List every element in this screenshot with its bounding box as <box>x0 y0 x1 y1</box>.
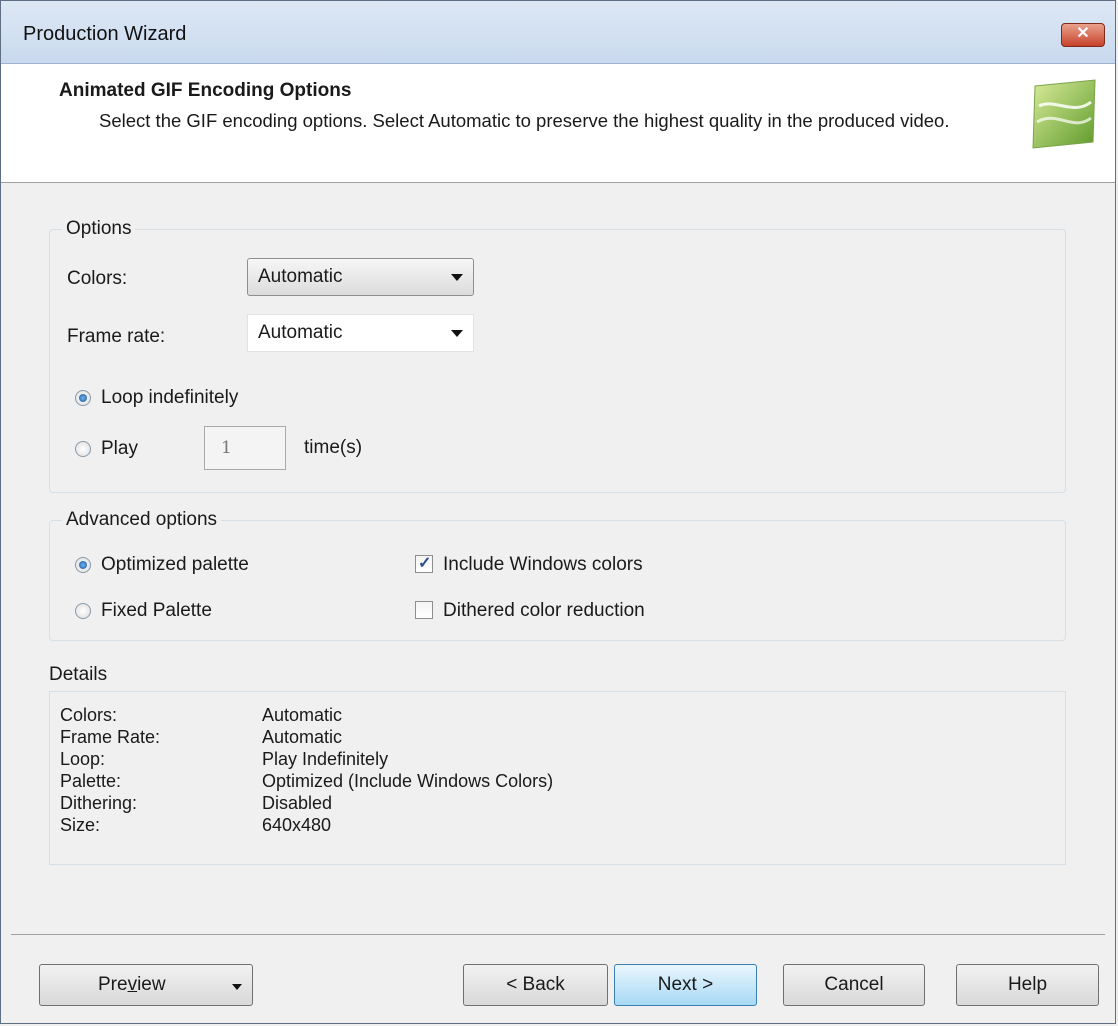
help-button[interactable]: Help <box>956 964 1099 1006</box>
page-title: Animated GIF Encoding Options <box>59 80 352 101</box>
production-wizard-window: Production Wizard ✕ Animated GIF Encodin… <box>0 0 1116 1024</box>
chevron-down-icon <box>451 330 463 337</box>
dithered-color-reduction-label[interactable]: Dithered color reduction <box>443 600 645 622</box>
details-panel: Colors: Automatic Frame Rate: Automatic Lo… <box>49 691 1066 865</box>
window-title: Production Wizard <box>23 23 187 45</box>
frame-rate-dropdown[interactable]: Automatic <box>247 314 474 352</box>
play-count-input[interactable]: 1 <box>204 426 286 470</box>
optimized-palette-radio[interactable] <box>75 557 91 573</box>
options-legend: Options <box>66 218 132 239</box>
chevron-down-icon <box>451 274 463 281</box>
loop-indefinitely-radio[interactable] <box>75 390 91 406</box>
colors-value: Automatic <box>258 266 343 287</box>
details-heading: Details <box>49 664 108 685</box>
cancel-button[interactable]: Cancel <box>783 964 925 1006</box>
advanced-options-legend: Advanced options <box>66 509 218 530</box>
colors-label: Colors: <box>67 268 128 289</box>
include-windows-colors-checkbox[interactable]: ✓ <box>415 555 433 573</box>
checkmark-icon: ✓ <box>418 555 432 572</box>
title-bar[interactable]: Production Wizard ✕ <box>1 1 1115 64</box>
options-group: Options <box>49 218 1066 493</box>
loop-indefinitely-label[interactable]: Loop indefinitely <box>101 387 238 409</box>
camtasia-wizard-logo-icon <box>1032 79 1096 149</box>
back-button[interactable]: < Back <box>463 964 608 1006</box>
page-description: Select the GIF encoding options. Select … <box>99 110 950 131</box>
colors-dropdown[interactable]: Automatic <box>247 258 474 296</box>
close-icon: ✕ <box>1076 25 1090 42</box>
chevron-down-icon <box>232 984 242 990</box>
optimized-palette-label[interactable]: Optimized palette <box>101 554 249 576</box>
wizard-header: Animated GIF Encoding Options Select the… <box>1 64 1115 183</box>
dithered-color-reduction-checkbox[interactable] <box>415 601 433 619</box>
times-label: time(s) <box>304 437 363 458</box>
include-windows-colors-label[interactable]: Include Windows colors <box>443 554 643 576</box>
close-button[interactable]: ✕ <box>1061 23 1105 47</box>
fixed-palette-radio[interactable] <box>75 603 91 619</box>
play-radio[interactable] <box>75 441 91 457</box>
preview-button[interactable]: Preview <box>39 964 253 1006</box>
next-button[interactable]: Next > <box>614 964 757 1006</box>
frame-rate-label: Frame rate: <box>67 326 166 347</box>
frame-rate-value: Automatic <box>258 322 343 343</box>
play-label[interactable]: Play <box>101 438 138 460</box>
fixed-palette-label[interactable]: Fixed Palette <box>101 600 212 622</box>
footer-divider <box>11 934 1105 935</box>
